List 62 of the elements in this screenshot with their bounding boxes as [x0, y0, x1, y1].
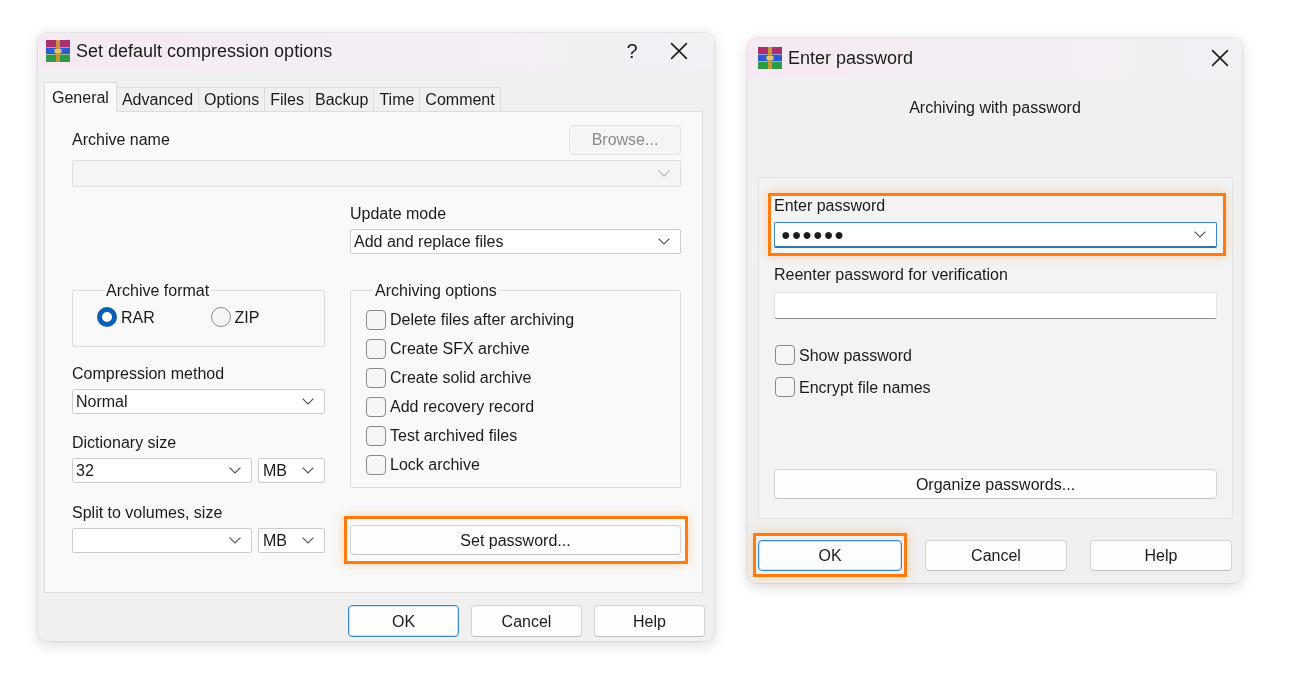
chevron-down-icon — [302, 467, 314, 474]
chevron-down-icon — [229, 537, 241, 544]
checkbox[interactable] — [366, 425, 386, 446]
unit-dropdown[interactable]: MB — [258, 528, 325, 553]
help-button[interactable]: ? — [621, 34, 643, 68]
window-title: Set default compression options — [76, 40, 334, 62]
dialog-button[interactable]: OK — [758, 540, 902, 571]
book-stack-icon — [46, 40, 70, 62]
checkbox[interactable] — [775, 377, 795, 397]
dialog-subtitle: Archiving with password — [908, 98, 1082, 117]
set-password-button[interactable]: Set password... — [350, 525, 681, 555]
chevron-down-icon — [1194, 231, 1206, 238]
checkbox[interactable] — [366, 367, 386, 388]
dialog-button[interactable]: OK — [348, 605, 459, 637]
dialog-button[interactable]: Help — [594, 605, 705, 637]
checkbox-label[interactable]: Delete files after archiving — [390, 310, 575, 329]
dropdown[interactable]: Add and replace files — [350, 229, 681, 254]
tab[interactable]: General — [44, 82, 117, 112]
checkbox[interactable] — [366, 396, 386, 417]
checkbox-label[interactable]: Add recovery record — [390, 397, 535, 416]
close-icon — [1211, 49, 1229, 67]
checkbox-label[interactable]: Test archived files — [390, 426, 518, 445]
chevron-down-icon — [658, 170, 670, 177]
field-label: Compression method — [72, 364, 226, 383]
book-stack-icon — [758, 47, 782, 69]
dialog-button[interactable]: Cancel — [925, 540, 1067, 571]
field-label: Dictionary size — [72, 433, 178, 452]
group-label: Archiving options — [374, 281, 498, 300]
field-label: Archive name — [72, 130, 170, 149]
radio-button[interactable] — [210, 307, 231, 327]
group-label: Archive format — [105, 281, 211, 300]
field-label: Split to volumes, size — [72, 503, 224, 522]
organize-passwords-button[interactable]: Organize passwords... — [774, 469, 1217, 499]
checkbox-label[interactable]: Show password — [799, 345, 912, 365]
close-icon — [670, 42, 688, 60]
checkbox[interactable] — [366, 338, 386, 359]
checkbox-label[interactable]: Lock archive — [390, 455, 480, 474]
password-field[interactable] — [774, 292, 1217, 319]
window-title: Enter password — [788, 47, 915, 69]
radio-label[interactable]: ZIP — [234, 307, 260, 327]
checkbox[interactable] — [775, 345, 795, 365]
dialog-button[interactable]: Cancel — [471, 605, 582, 637]
checkbox-label[interactable]: Create SFX archive — [390, 339, 530, 358]
chevron-down-icon — [658, 238, 670, 245]
checkbox[interactable] — [366, 309, 386, 330]
unit-dropdown[interactable]: MB — [258, 458, 325, 483]
field-label: Update mode — [350, 204, 448, 223]
password-field[interactable]: ●●●●●● — [774, 222, 1217, 248]
radio-label[interactable]: RAR — [121, 307, 155, 327]
field-label: Enter password — [774, 196, 887, 215]
dropdown[interactable]: 32 — [72, 458, 252, 483]
chevron-down-icon — [302, 398, 314, 405]
field-label: Reenter password for verification — [774, 265, 1009, 284]
radio-button[interactable] — [97, 307, 117, 327]
checkbox-label[interactable]: Create solid archive — [390, 368, 532, 387]
tab[interactable]: Comment — [419, 87, 501, 112]
checkbox[interactable] — [366, 454, 386, 475]
dropdown[interactable]: Normal — [72, 389, 325, 414]
chevron-down-icon — [229, 467, 241, 474]
checkbox-label[interactable]: Encrypt file names — [799, 377, 931, 397]
chevron-down-icon — [302, 537, 314, 544]
dialog-button[interactable]: Help — [1090, 540, 1232, 571]
